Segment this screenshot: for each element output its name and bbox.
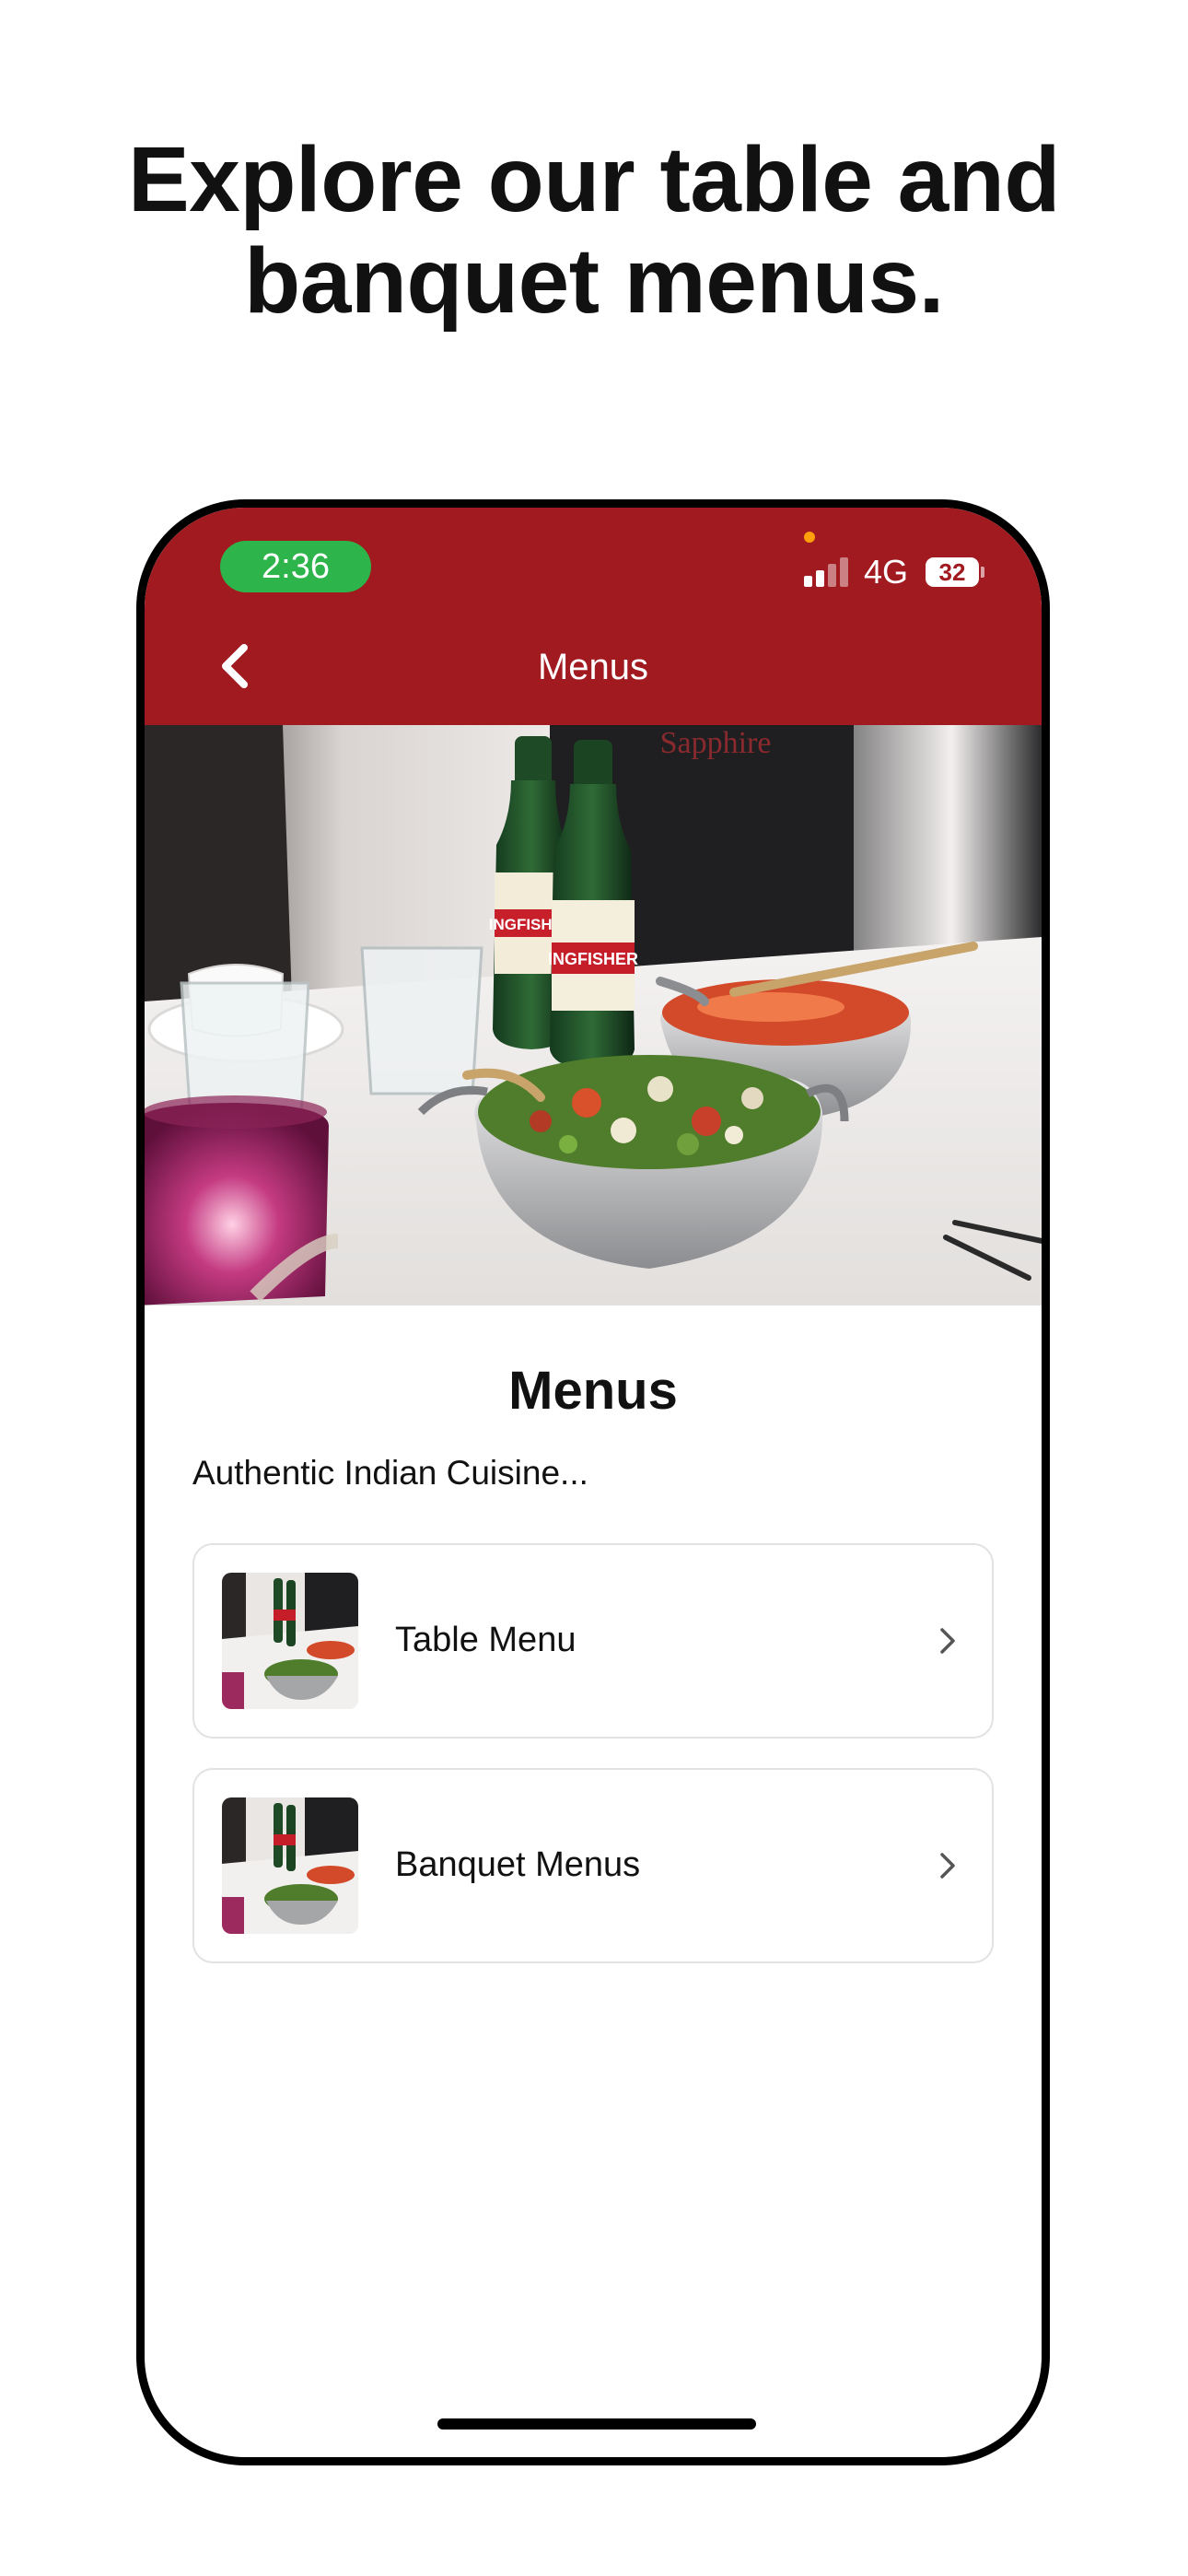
status-bar: 2:36 4G 32 Menus: [145, 508, 1042, 725]
chevron-right-icon: [940, 1628, 955, 1654]
menu-card-label: Table Menu: [395, 1621, 577, 1659]
hero-image: Sapphire INGFISHER INGFISHER: [145, 725, 1042, 1306]
nav-title: Menus: [537, 647, 649, 687]
menu-thumbnail: [222, 1797, 358, 1934]
hero-sign-text: Sapphire: [660, 726, 772, 760]
battery-tip: [981, 567, 984, 578]
tagline: Authentic Indian Cuisine...: [192, 1454, 588, 1492]
menu-card-banquet[interactable]: Banquet Menus: [192, 1768, 994, 1963]
chevron-right-icon: [940, 1853, 955, 1879]
network-type: 4G: [864, 553, 909, 591]
home-indicator[interactable]: [437, 2418, 756, 2430]
menu-card-label: Banquet Menus: [395, 1845, 641, 1884]
signal-icon: [804, 557, 850, 587]
status-time: 2:36: [220, 541, 371, 592]
menu-card-table[interactable]: Table Menu: [192, 1543, 994, 1739]
promo-headline-line-2: banquet menus.: [244, 229, 944, 333]
promo-headline: Explore our table and banquet menus.: [0, 129, 1188, 332]
phone-frame: 2:36 4G 32 Menus Sapphire INGFISHER INGF…: [136, 499, 1050, 2465]
menu-thumbnail: [222, 1573, 358, 1709]
promo-headline-line-1: Explore our table and: [128, 128, 1060, 231]
privacy-indicator: [804, 532, 815, 543]
hero-bottle-label-2: INGFISHER: [548, 950, 638, 968]
battery-icon: 32: [926, 557, 979, 587]
page-title: Menus: [508, 1361, 678, 1421]
